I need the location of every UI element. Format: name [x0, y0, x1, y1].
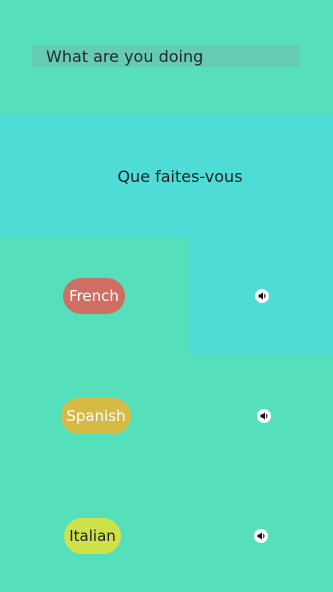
language-button-label: French — [69, 287, 119, 305]
language-button-french[interactable]: French — [63, 278, 125, 314]
translator-screen: What are you doing Que faites-vous Frenc… — [0, 0, 333, 592]
language-button-label: Spanish — [66, 407, 126, 425]
phrase-input[interactable]: What are you doing — [32, 45, 300, 67]
speaker-icon[interactable] — [257, 409, 271, 423]
speaker-icon[interactable] — [255, 289, 269, 303]
language-button-italian[interactable]: Italian — [64, 518, 121, 554]
translation-text: Que faites-vous — [117, 166, 243, 186]
translation-panel: Que faites-vous — [0, 115, 333, 237]
speaker-icon[interactable] — [254, 529, 268, 543]
phrase-input-text: What are you doing — [46, 46, 204, 66]
language-button-spanish[interactable]: Spanish — [61, 398, 131, 434]
language-button-label: Italian — [69, 527, 116, 545]
